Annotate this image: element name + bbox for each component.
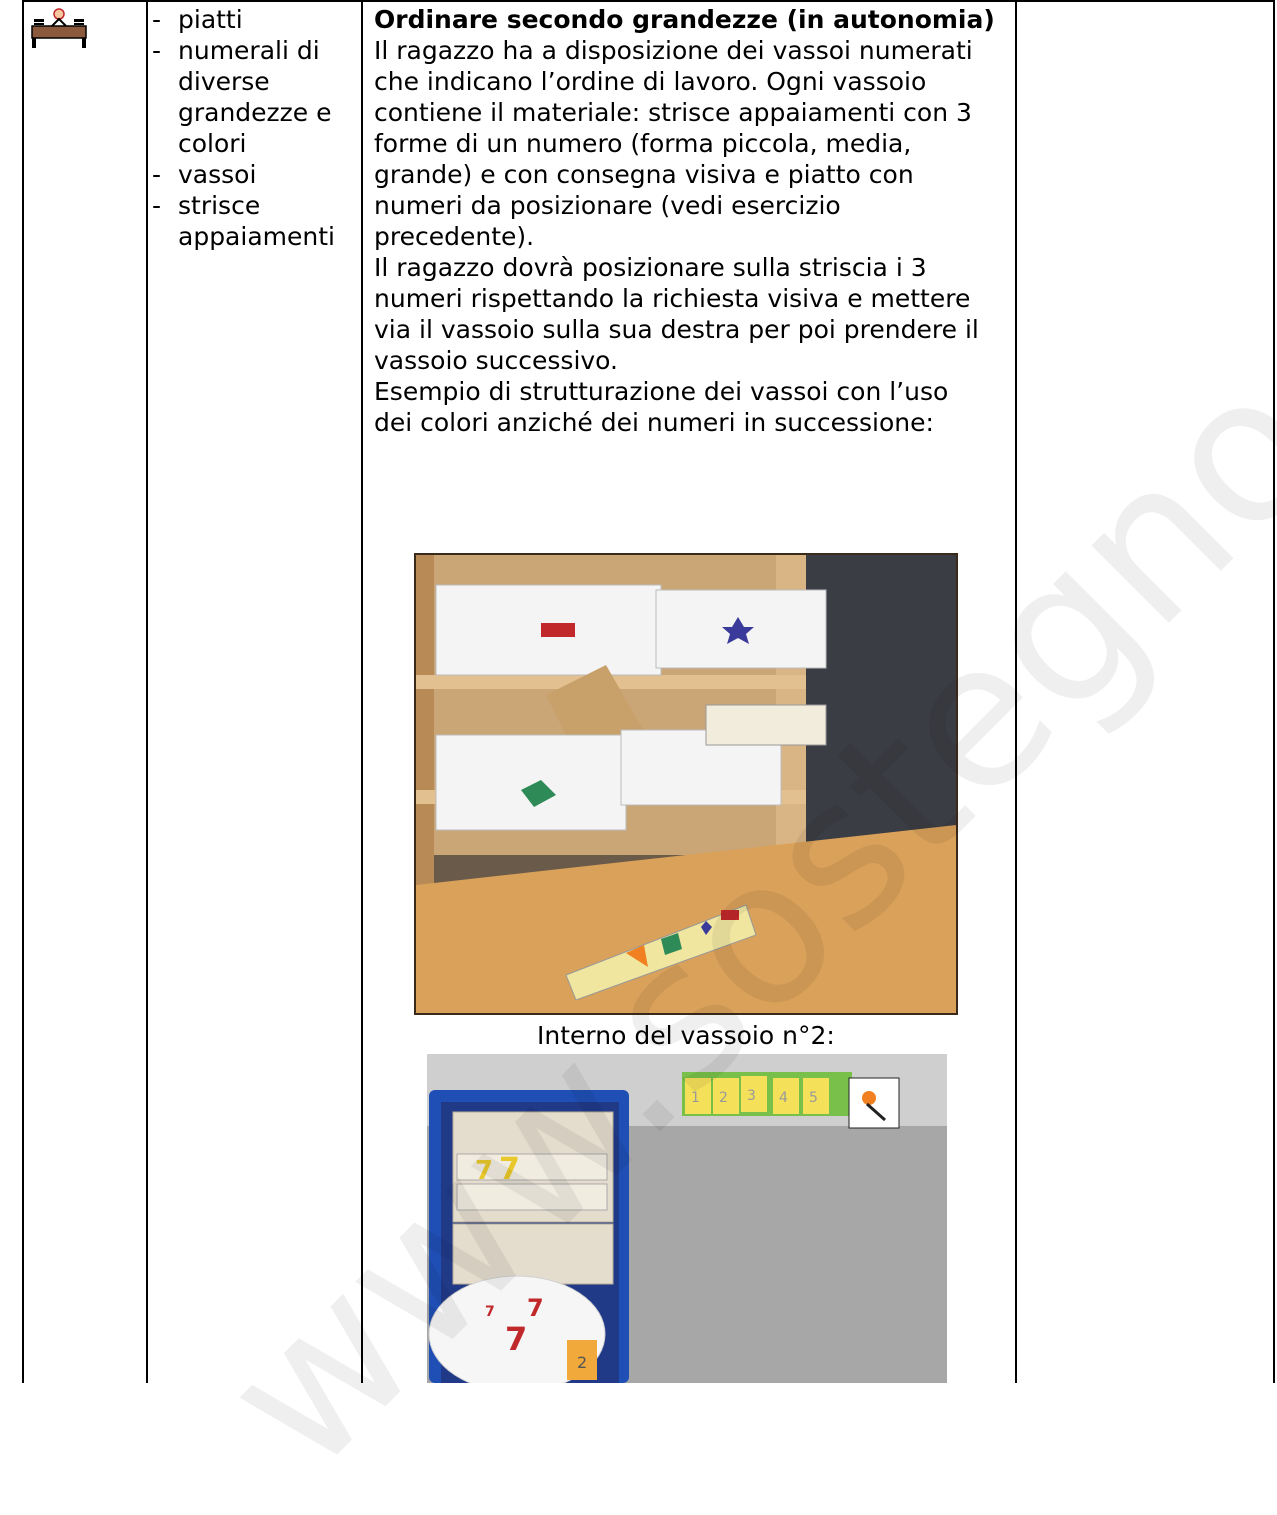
strip-number: 5 [809, 1090, 818, 1106]
tray-interior-photo: 1 2 3 4 5 7 7 7 7 7 2 [427, 1054, 947, 1383]
table-left-border [22, 0, 24, 1383]
material-item: piatti [178, 5, 243, 34]
activity-line: contiene il materiale: strisce appaiamen… [374, 98, 972, 127]
strip-number: 1 [691, 1090, 700, 1106]
activity-line: numeri rispettando la richiesta visiva e… [374, 284, 971, 313]
bullet-dash: - [152, 36, 162, 65]
strip-number: 2 [719, 1090, 728, 1106]
activity-line: dei colori anziché dei numeri in success… [374, 408, 934, 437]
bullet-dash: - [152, 5, 162, 34]
shelves-baskets-photo [414, 553, 958, 1015]
tray-number-label: 2 [577, 1353, 587, 1372]
activity-description: Ordinare secondo grandezze (in autonomia… [374, 4, 1014, 438]
material-item: appaiamenti [178, 222, 335, 251]
table-col3-border [1015, 0, 1017, 1383]
tray-caption: Interno del vassoio n°2: [537, 1021, 835, 1050]
plate-digit: 7 [485, 1304, 495, 1320]
activity-title: Ordinare secondo grandezze (in autonomia… [374, 5, 995, 34]
activity-line: forme di un numero (forma piccola, media… [374, 129, 912, 158]
strip-number: 4 [779, 1090, 788, 1106]
activity-line: numeri da posizionare (vedi esercizio [374, 191, 841, 220]
strip-number: 3 [747, 1088, 756, 1104]
desk-work-icon [31, 8, 87, 48]
material-item: numerali di [178, 36, 320, 65]
activity-line: Esempio di strutturazione dei vassoi con… [374, 377, 949, 406]
activity-line: precedente). [374, 222, 535, 251]
material-item: diverse [178, 67, 270, 96]
bullet-dash: - [152, 191, 162, 220]
material-item: strisce [178, 191, 261, 220]
table-right-border [1273, 0, 1275, 1383]
activity-line: via il vassoio sulla sua destra per poi … [374, 315, 979, 344]
activity-line: grande) e con consegna visiva e piatto c… [374, 160, 914, 189]
board-digit: 7 [475, 1156, 493, 1186]
material-item: grandezze e [178, 98, 332, 127]
table-col1-border [146, 0, 148, 1383]
table-top-border [22, 0, 1275, 2]
material-item: vassoi [178, 160, 257, 189]
board-digit: 7 [499, 1152, 520, 1187]
bullet-dash: - [152, 160, 162, 189]
plate-digit: 7 [527, 1294, 544, 1322]
plate-digit: 7 [505, 1320, 527, 1358]
activity-line: vassoio successivo. [374, 346, 618, 375]
activity-line: Il ragazzo dovrà posizionare sulla stris… [374, 253, 927, 282]
material-item: colori [178, 129, 247, 158]
activity-line: Il ragazzo ha a disposizione dei vassoi … [374, 36, 973, 65]
activity-line: che indicano l’ordine di lavoro. Ogni va… [374, 67, 927, 96]
table-col2-border [361, 0, 363, 1383]
